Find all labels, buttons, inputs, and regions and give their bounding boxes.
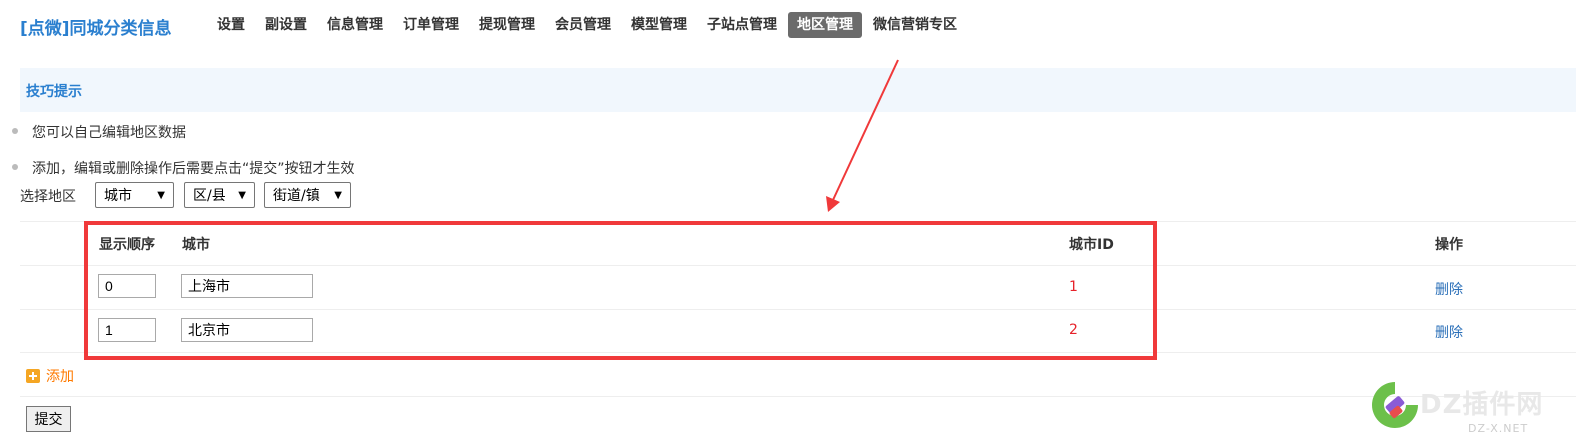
watermark-text: DZ插件网 (1420, 390, 1544, 420)
plus-icon (26, 369, 40, 383)
add-label: 添加 (46, 369, 74, 385)
watermark: DZ插件网 DZ-X.NET (1368, 372, 1568, 442)
submit-button[interactable]: 提交 (26, 406, 71, 432)
add-button[interactable]: 添加 (26, 366, 74, 386)
plugin-logo-icon (1372, 382, 1418, 428)
watermark-subtext: DZ-X.NET (1468, 422, 1529, 435)
annotation-arrow-icon (826, 59, 899, 212)
